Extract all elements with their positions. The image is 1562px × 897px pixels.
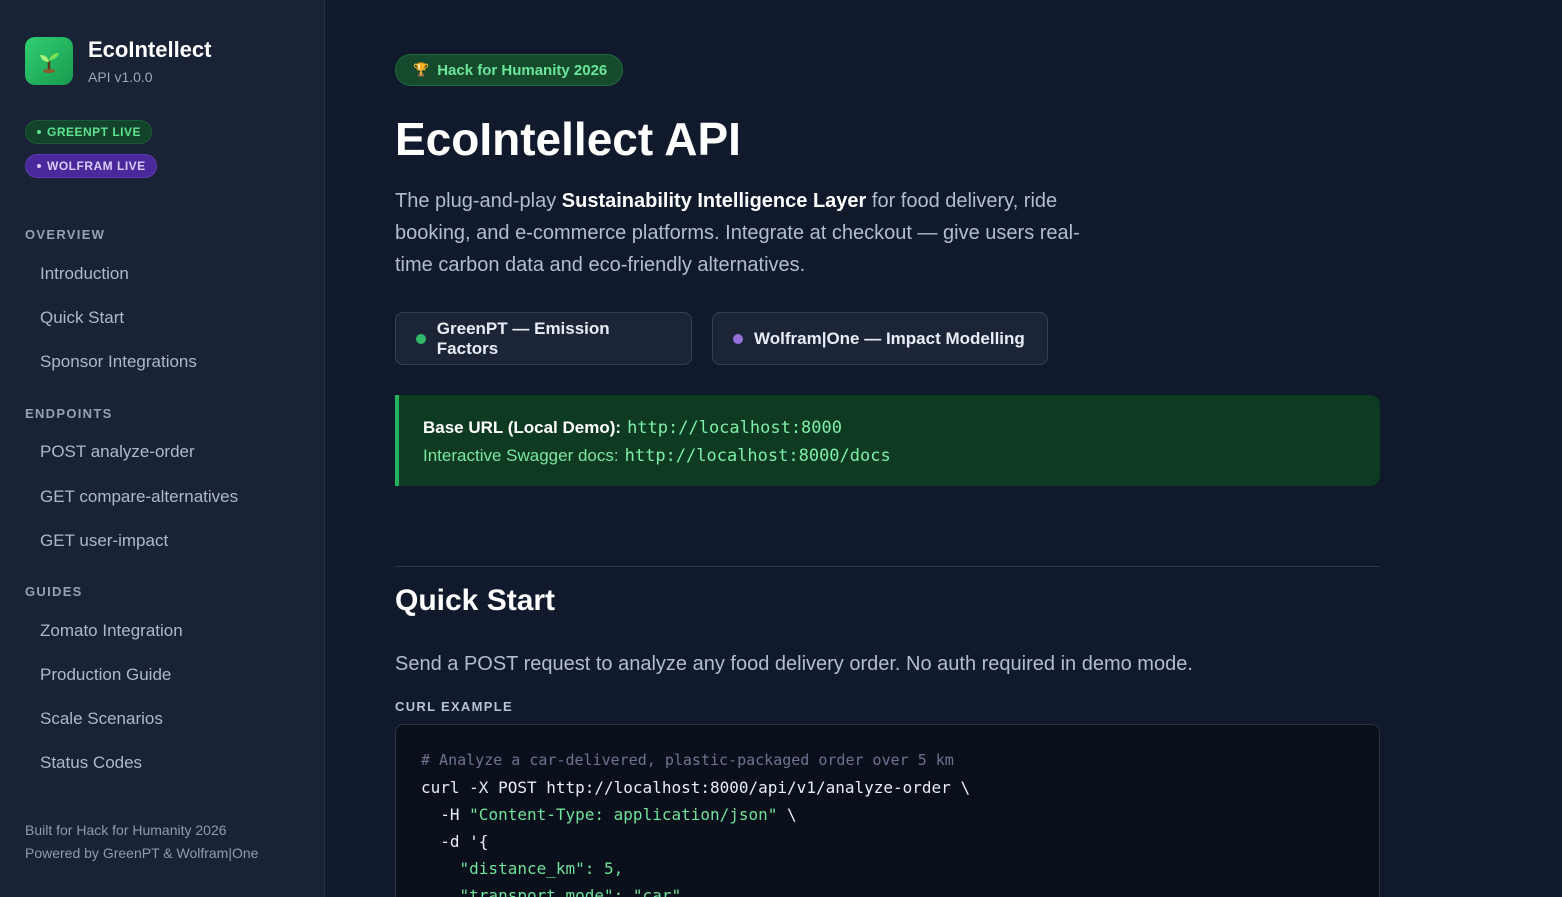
- status-dot-icon: [37, 164, 41, 168]
- wolfram-sponsor-card[interactable]: Wolfram|One — Impact Modelling: [712, 312, 1048, 365]
- nav-item-status-codes[interactable]: Status Codes: [40, 753, 142, 773]
- swagger-docs-link[interactable]: http://localhost:8000/docs: [625, 446, 891, 466]
- code-line-transport: "transport_mode": "car",: [421, 882, 1354, 897]
- sprout-logo-icon: [25, 37, 73, 85]
- intro-text-start: The plug-and-play: [395, 190, 562, 212]
- code-header-flag: -H: [421, 805, 470, 824]
- greenpt-status-label: GREENPT LIVE: [47, 125, 142, 139]
- greenpt-status-badge: GREENPT LIVE: [25, 120, 153, 144]
- curl-example-label: CURL EXAMPLE: [395, 699, 513, 714]
- greenpt-sponsor-label: GreenPT — Emission Factors: [436, 318, 610, 358]
- intro-paragraph: The plug-and-play Sustainability Intelli…: [395, 185, 1095, 281]
- quick-start-description: Send a POST request to analyze any food …: [395, 653, 1193, 675]
- code-comment: # Analyze a car-delivered, plastic-packa…: [421, 751, 954, 769]
- api-version: API v1.0.0: [88, 69, 153, 85]
- greenpt-sponsor-card[interactable]: GreenPT — Emission Factors: [395, 312, 692, 365]
- code-line-data: -d '{: [421, 828, 1354, 855]
- quick-start-heading: Quick Start: [395, 584, 556, 617]
- code-line-curl: curl -X POST http://localhost:8000/api/v…: [421, 778, 971, 797]
- nav-item-analyze-order[interactable]: POST analyze-order: [40, 442, 195, 462]
- purple-dot-icon: [733, 333, 743, 344]
- code-line-continuation: \: [777, 805, 797, 824]
- base-url-label: Base URL (Local Demo):: [423, 418, 622, 437]
- trophy-icon: 🏆: [413, 62, 430, 77]
- nav-item-user-impact[interactable]: GET user-impact: [40, 531, 168, 551]
- page-title: EcoIntellect API: [395, 113, 741, 165]
- nav-section-endpoints: ENDPOINTS: [25, 406, 113, 421]
- hackathon-badge: 🏆 Hack for Humanity 2026: [395, 54, 624, 86]
- code-distance-value: "distance_km": 5,: [459, 859, 624, 878]
- nav-item-production-guide[interactable]: Production Guide: [40, 665, 171, 685]
- brand-name: EcoIntellect: [88, 37, 212, 62]
- nav-section-overview: OVERVIEW: [25, 227, 106, 242]
- wolfram-status-badge: WOLFRAM LIVE: [25, 154, 157, 178]
- nav-item-quick-start[interactable]: Quick Start: [40, 308, 124, 328]
- green-dot-icon: [416, 333, 426, 344]
- sidebar-footer-powered: Powered by GreenPT & Wolfram|One: [25, 845, 259, 861]
- sidebar: EcoIntellect API v1.0.0 GREENPT LIVE WOL…: [0, 0, 325, 897]
- wolfram-status-label: WOLFRAM LIVE: [47, 159, 146, 173]
- nav-section-guides: GUIDES: [25, 584, 83, 599]
- code-line-header: -H "Content-Type: application/json" \: [421, 801, 1354, 828]
- intro-highlight: Sustainability Intelligence Layer: [561, 190, 867, 212]
- curl-code-block[interactable]: # Analyze a car-delivered, plastic-packa…: [395, 724, 1380, 897]
- code-header-value: "Content-Type: application/json": [469, 805, 778, 824]
- sidebar-footer-built: Built for Hack for Humanity 2026: [25, 822, 227, 838]
- code-transport-value: "transport_mode": "car",: [459, 886, 691, 897]
- code-line-distance: "distance_km": 5,: [421, 855, 1354, 882]
- base-url-callout: Base URL (Local Demo): http://localhost:…: [395, 395, 1380, 486]
- section-divider: [395, 566, 1380, 567]
- base-url-value[interactable]: http://localhost:8000: [627, 418, 842, 438]
- nav-item-compare-alternatives[interactable]: GET compare-alternatives: [40, 487, 238, 507]
- nav-item-scale-scenarios[interactable]: Scale Scenarios: [40, 709, 163, 729]
- nav-item-introduction[interactable]: Introduction: [40, 264, 129, 284]
- main-content: 🏆 Hack for Humanity 2026 EcoIntellect AP…: [325, 0, 1562, 897]
- nav-item-sponsor-integrations[interactable]: Sponsor Integrations: [40, 352, 197, 372]
- swagger-docs-label: Interactive Swagger docs:: [423, 446, 619, 465]
- nav-item-zomato-integration[interactable]: Zomato Integration: [40, 621, 183, 641]
- wolfram-sponsor-label: Wolfram|One — Impact Modelling: [754, 328, 1025, 348]
- code-data-flag: -d '{: [421, 832, 489, 851]
- status-dot-icon: [37, 130, 41, 134]
- brand[interactable]: EcoIntellect API v1.0.0: [25, 37, 211, 85]
- hackathon-badge-label: Hack for Humanity 2026: [437, 61, 608, 79]
